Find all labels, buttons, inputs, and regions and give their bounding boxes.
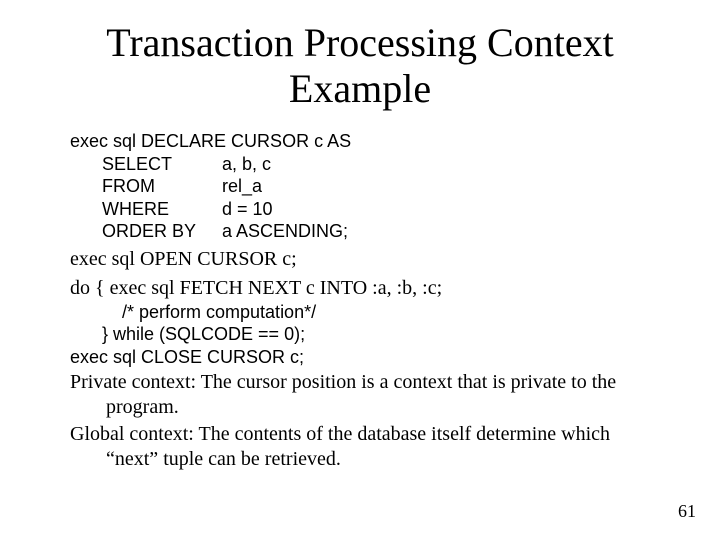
fetch-line: do { exec sql FETCH NEXT c INTO :a, :b, … (70, 276, 650, 301)
global-context-text: Global context: The contents of the data… (70, 422, 650, 472)
slide-title: Transaction Processing Context Example (70, 20, 650, 112)
loop-comment: /* perform computation*/ (70, 301, 650, 324)
arg-where: d = 10 (222, 199, 273, 219)
declare-row-select: SELECTa, b, c (70, 153, 650, 176)
arg-select: a, b, c (222, 154, 271, 174)
slide: Transaction Processing Context Example e… (0, 0, 720, 540)
declare-block: exec sql DECLARE CURSOR c AS SELECTa, b,… (70, 130, 650, 243)
loop-close: exec sql CLOSE CURSOR c; (70, 346, 650, 369)
declare-row-where: WHEREd = 10 (70, 198, 650, 221)
declare-row-orderby: ORDER BYa ASCENDING; (70, 220, 650, 243)
kw-where: WHERE (102, 198, 222, 221)
loop-block: /* perform computation*/ } while (SQLCOD… (70, 301, 650, 369)
kw-from: FROM (102, 175, 222, 198)
loop-while: } while (SQLCODE == 0); (70, 323, 650, 346)
kw-orderby: ORDER BY (102, 220, 222, 243)
open-line: exec sql OPEN CURSOR c; (70, 247, 650, 272)
private-context-text: Private context: The cursor position is … (70, 370, 650, 420)
arg-from: rel_a (222, 176, 262, 196)
page-number: 61 (678, 501, 696, 522)
arg-orderby: a ASCENDING; (222, 221, 348, 241)
kw-select: SELECT (102, 153, 222, 176)
declare-head: exec sql DECLARE CURSOR c AS (70, 130, 650, 153)
declare-row-from: FROMrel_a (70, 175, 650, 198)
